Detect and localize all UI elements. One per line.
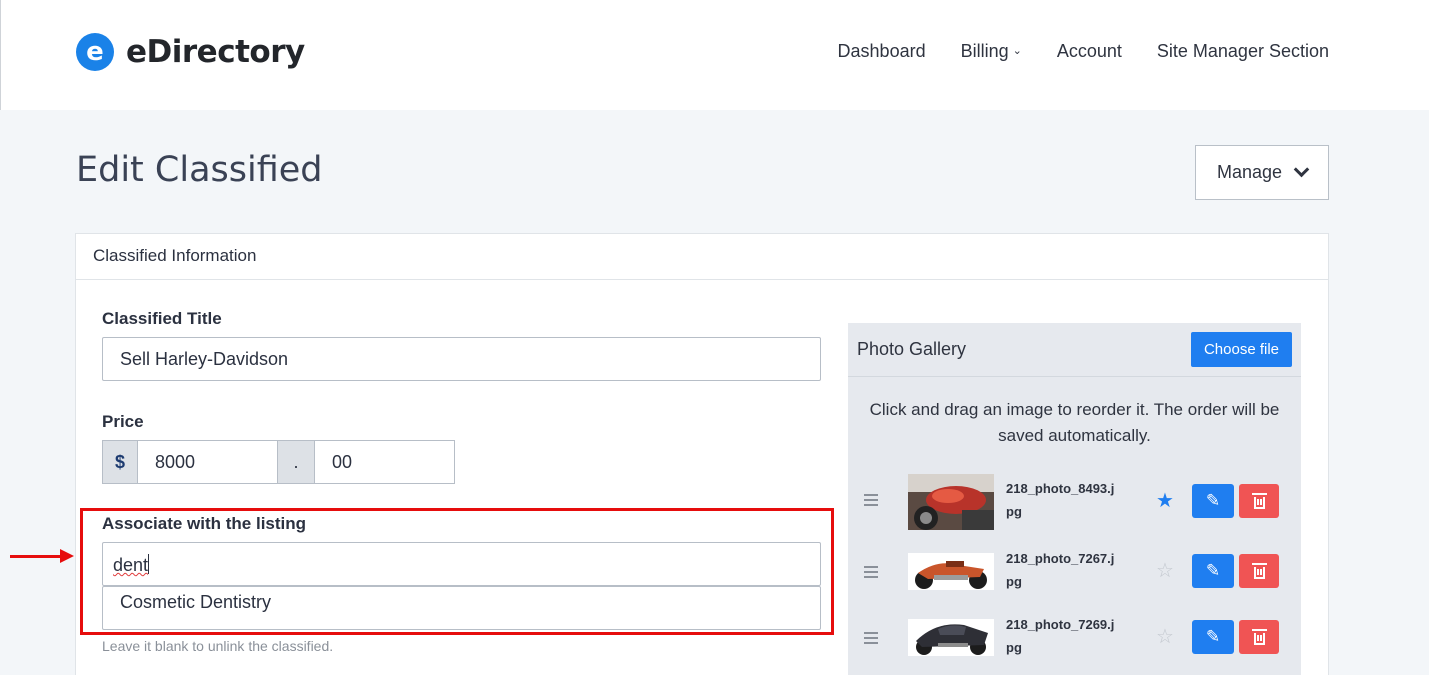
photo-filename-line2: pg: [1006, 640, 1022, 655]
price-label: Price: [102, 412, 144, 431]
trash-icon: [1251, 628, 1267, 645]
edit-photo-button[interactable]: ✎: [1192, 620, 1234, 654]
chevron-down-icon: ⌄: [1012, 45, 1022, 57]
gallery-title: Photo Gallery: [857, 339, 967, 359]
price-whole-input[interactable]: 8000: [137, 440, 278, 484]
photo-filename: 218_photo_7267.jpg: [1006, 547, 1136, 593]
trash-icon: [1251, 562, 1267, 579]
trash-icon: [1251, 492, 1267, 509]
photo-row[interactable]: 218_photo_7269.jpg ☆ ✎: [848, 607, 1301, 667]
photo-filename-line2: pg: [1006, 504, 1022, 519]
price-cents-input[interactable]: 00: [314, 440, 455, 484]
annotation-highlight-box: [80, 508, 834, 635]
logo-icon: e: [76, 33, 114, 71]
photo-filename-line2: pg: [1006, 574, 1022, 589]
pencil-icon: ✎: [1205, 561, 1221, 580]
photo-filename: 218_photo_7269.jpg: [1006, 613, 1136, 659]
photo-filename: 218_photo_8493.jpg: [1006, 477, 1136, 523]
delete-photo-button[interactable]: [1239, 620, 1279, 654]
annotation-arrow: [10, 555, 65, 558]
delete-photo-button[interactable]: [1239, 554, 1279, 588]
delete-photo-button[interactable]: [1239, 484, 1279, 518]
edit-photo-button[interactable]: ✎: [1192, 484, 1234, 518]
choose-file-button[interactable]: Choose file: [1190, 332, 1292, 367]
drag-handle-icon[interactable]: [864, 566, 878, 581]
pencil-icon: ✎: [1205, 491, 1221, 510]
photo-thumbnail: [908, 619, 994, 656]
photo-thumbnail: [908, 553, 994, 590]
photo-filename-line1: 218_photo_7269.j: [1006, 617, 1115, 632]
chevron-down-icon: [1293, 161, 1310, 178]
edit-photo-button[interactable]: ✎: [1192, 554, 1234, 588]
main-nav: Dashboard Billing ⌄ Account Site Manager …: [838, 41, 1329, 62]
gallery-header: Photo Gallery Choose file: [848, 323, 1301, 377]
manage-label: Manage: [1216, 162, 1283, 182]
associate-hint: Leave it blank to unlink the classified.: [102, 638, 334, 654]
nav-billing[interactable]: Billing ⌄: [961, 41, 1022, 62]
logo-text: eDirectory: [126, 34, 305, 70]
manage-dropdown-button[interactable]: Manage: [1195, 145, 1329, 200]
decimal-separator: .: [277, 440, 315, 484]
photo-filename-line1: 218_photo_7267.j: [1006, 551, 1115, 566]
page-title: Edit Classified: [76, 150, 323, 190]
annotation-arrow-head: [60, 549, 74, 563]
nav-billing-label: Billing: [960, 41, 1009, 61]
nav-site-manager[interactable]: Site Manager Section: [1157, 41, 1329, 62]
photo-row[interactable]: 218_photo_8493.jpg ★ ✎: [848, 471, 1301, 531]
pencil-icon: ✎: [1205, 627, 1221, 646]
drag-handle-icon[interactable]: [864, 632, 878, 647]
nav-dashboard[interactable]: Dashboard: [838, 41, 926, 62]
edirectory-logo[interactable]: e eDirectory: [76, 33, 305, 71]
set-main-photo-star-icon[interactable]: ☆: [1156, 624, 1174, 649]
card-header: Classified Information: [76, 234, 1328, 280]
top-navbar: e eDirectory Dashboard Billing ⌄ Account …: [0, 0, 1429, 110]
classified-title-label: Classified Title: [102, 309, 222, 328]
classified-title-input[interactable]: Sell Harley-Davidson: [102, 337, 821, 381]
set-main-photo-star-icon[interactable]: ☆: [1156, 558, 1174, 583]
main-photo-star-icon[interactable]: ★: [1156, 488, 1174, 513]
currency-addon: $: [102, 440, 138, 484]
nav-account[interactable]: Account: [1057, 41, 1122, 62]
photo-row[interactable]: 218_photo_7267.jpg ☆ ✎: [848, 541, 1301, 601]
drag-handle-icon[interactable]: [864, 494, 878, 509]
photo-gallery: Photo Gallery Choose file Click and drag…: [848, 323, 1301, 675]
photo-thumbnail: [908, 474, 994, 530]
gallery-note: Click and drag an image to reorder it. T…: [869, 400, 1280, 445]
photo-filename-line1: 218_photo_8493.j: [1006, 481, 1115, 496]
